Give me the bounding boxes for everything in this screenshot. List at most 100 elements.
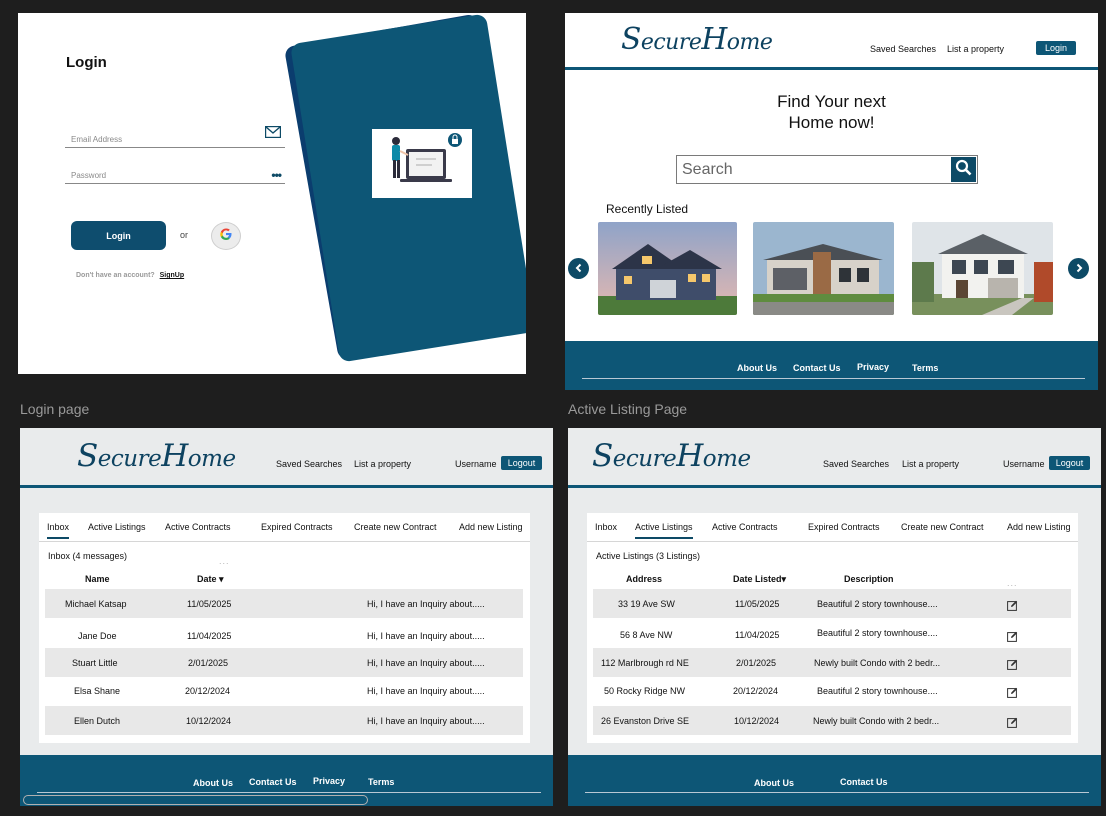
column-header-name[interactable]: Name: [85, 574, 110, 584]
signup-link[interactable]: SignUp: [160, 272, 185, 279]
frame-label-login: Login page: [20, 401, 90, 417]
footer-divider: [37, 792, 541, 793]
listings-panel: Inbox Active Listings Active Contracts E…: [587, 513, 1078, 743]
footer-contact-us[interactable]: Contact Us: [249, 777, 297, 787]
hero-title: Find Your next Home now!: [777, 92, 886, 132]
more-options[interactable]: ...: [219, 556, 230, 566]
inbox-panel: Inbox Active Listings Active Contracts E…: [39, 513, 530, 743]
no-account-text: Don't have an account?: [76, 272, 155, 279]
table-row[interactable]: 56 8 Ave NW 11/04/2025 Beautiful 2 story…: [593, 620, 1071, 649]
nav-list-property[interactable]: List a property: [354, 459, 411, 469]
table-row[interactable]: 26 Evanston Drive SE 10/12/2024 Newly bu…: [593, 706, 1071, 735]
logo[interactable]: SecureHome: [77, 438, 236, 474]
column-header-description[interactable]: Description: [844, 574, 894, 584]
chevron-right-icon: [1074, 260, 1084, 278]
logout-button[interactable]: Logout: [501, 456, 542, 470]
listing-card-house-1[interactable]: [598, 222, 737, 315]
column-header-date[interactable]: Date ▾: [197, 574, 224, 585]
or-text: or: [180, 230, 189, 240]
logo[interactable]: SecureHome: [592, 438, 751, 474]
dashboard-header: SecureHome Saved Searches List a propert…: [568, 428, 1101, 488]
tab-inbox[interactable]: Inbox: [595, 522, 617, 532]
password-field[interactable]: Password •••: [65, 160, 285, 184]
carousel-next-button[interactable]: [1068, 258, 1089, 279]
edit-icon[interactable]: [1007, 657, 1018, 675]
home-login-button[interactable]: Login: [1036, 41, 1076, 55]
column-header-address[interactable]: Address: [626, 574, 662, 584]
nav-list-property[interactable]: List a property: [947, 44, 1004, 54]
footer-about-us[interactable]: About Us: [754, 778, 794, 788]
footer-about-us[interactable]: About Us: [193, 778, 233, 788]
edit-icon[interactable]: [1007, 685, 1018, 703]
column-header-date-listed[interactable]: Date Listed▾: [733, 574, 786, 585]
search-button[interactable]: [951, 157, 976, 182]
google-icon: [219, 227, 233, 246]
tab-expired-contracts[interactable]: Expired Contracts: [808, 522, 880, 532]
tab-active-listings[interactable]: Active Listings: [635, 522, 693, 539]
inbox-count: Inbox (4 messages): [48, 551, 128, 561]
table-row[interactable]: 33 19 Ave SW 11/05/2025 Beautiful 2 stor…: [593, 589, 1071, 618]
tab-divider: [39, 541, 530, 542]
email-field[interactable]: Email Address: [65, 124, 285, 148]
edit-icon[interactable]: [1007, 629, 1018, 647]
footer-privacy[interactable]: Privacy: [313, 776, 345, 786]
frame-label-active-listing: Active Listing Page: [568, 401, 688, 417]
footer-privacy[interactable]: Privacy: [857, 362, 889, 372]
nav-list-property[interactable]: List a property: [902, 459, 959, 469]
listing-card-house-2[interactable]: [753, 222, 894, 315]
home-footer: About Us Contact Us Privacy Terms: [565, 341, 1098, 390]
search-placeholder: Search: [682, 161, 733, 178]
table-row[interactable]: Elsa Shane 20/12/2024 Hi, I have an Inqu…: [45, 676, 523, 705]
tab-create-contract[interactable]: Create new Contract: [354, 522, 437, 532]
dashboard-footer: About Us Contact Us: [568, 755, 1101, 806]
search-input[interactable]: Search: [676, 155, 978, 184]
login-title: Login: [66, 54, 107, 71]
table-row[interactable]: Ellen Dutch 10/12/2024 Hi, I have an Inq…: [45, 706, 523, 735]
signup-row: Don't have an account? SignUp: [76, 272, 184, 279]
tab-active-listings[interactable]: Active Listings: [88, 522, 146, 532]
email-placeholder: Email Address: [71, 135, 123, 144]
logo[interactable]: SecureHome: [621, 22, 773, 57]
tab-create-contract[interactable]: Create new Contract: [901, 522, 984, 532]
login-frame: Login Email Address Password ••• Login o…: [18, 13, 526, 374]
username-label[interactable]: Username: [455, 459, 497, 469]
tab-expired-contracts[interactable]: Expired Contracts: [261, 522, 333, 532]
nav-saved-searches[interactable]: Saved Searches: [276, 459, 342, 469]
listing-dashboard-frame: SecureHome Saved Searches List a propert…: [568, 428, 1101, 806]
footer-terms[interactable]: Terms: [912, 363, 938, 373]
login-illustration: [372, 129, 472, 198]
search-icon: [955, 159, 972, 181]
nav-saved-searches[interactable]: Saved Searches: [870, 44, 936, 54]
password-dots-icon: •••: [271, 168, 282, 182]
recently-listed-label: Recently Listed: [606, 202, 689, 216]
google-signin-button[interactable]: [211, 222, 241, 250]
carousel-prev-button[interactable]: [568, 258, 589, 279]
footer-divider: [585, 792, 1089, 793]
edit-icon[interactable]: [1007, 715, 1018, 733]
tab-inbox[interactable]: Inbox: [47, 522, 70, 539]
tab-add-listing[interactable]: Add new Listing: [459, 522, 523, 532]
username-label[interactable]: Username: [1003, 459, 1045, 469]
footer-contact-us[interactable]: Contact Us: [793, 363, 841, 373]
horizontal-scrollbar[interactable]: [23, 795, 368, 805]
footer-contact-us[interactable]: Contact Us: [840, 777, 888, 787]
logout-button[interactable]: Logout: [1049, 456, 1090, 470]
tab-active-contracts[interactable]: Active Contracts: [165, 522, 231, 532]
listing-card-house-3[interactable]: [912, 222, 1053, 315]
mail-icon: [264, 125, 282, 143]
table-row[interactable]: Michael Katsap 11/05/2025 Hi, I have an …: [45, 589, 523, 618]
more-options[interactable]: ...: [1007, 578, 1018, 588]
table-row[interactable]: Stuart Little 2/01/2025 Hi, I have an In…: [45, 648, 523, 677]
tab-active-contracts[interactable]: Active Contracts: [712, 522, 778, 532]
table-row[interactable]: 50 Rocky Ridge NW 20/12/2024 Beautiful 2…: [593, 676, 1071, 705]
footer-about-us[interactable]: About Us: [737, 363, 777, 373]
edit-icon[interactable]: [1007, 598, 1018, 616]
tab-add-listing[interactable]: Add new Listing: [1007, 522, 1071, 532]
dashboard-header: SecureHome Saved Searches List a propert…: [20, 428, 553, 488]
tab-divider: [587, 541, 1078, 542]
footer-terms[interactable]: Terms: [368, 777, 394, 787]
table-row[interactable]: Jane Doe 11/04/2025 Hi, I have an Inquir…: [45, 621, 523, 650]
login-button[interactable]: Login: [71, 221, 166, 250]
nav-saved-searches[interactable]: Saved Searches: [823, 459, 889, 469]
table-row[interactable]: 112 Marlbrough rd NE 2/01/2025 Newly bui…: [593, 648, 1071, 677]
